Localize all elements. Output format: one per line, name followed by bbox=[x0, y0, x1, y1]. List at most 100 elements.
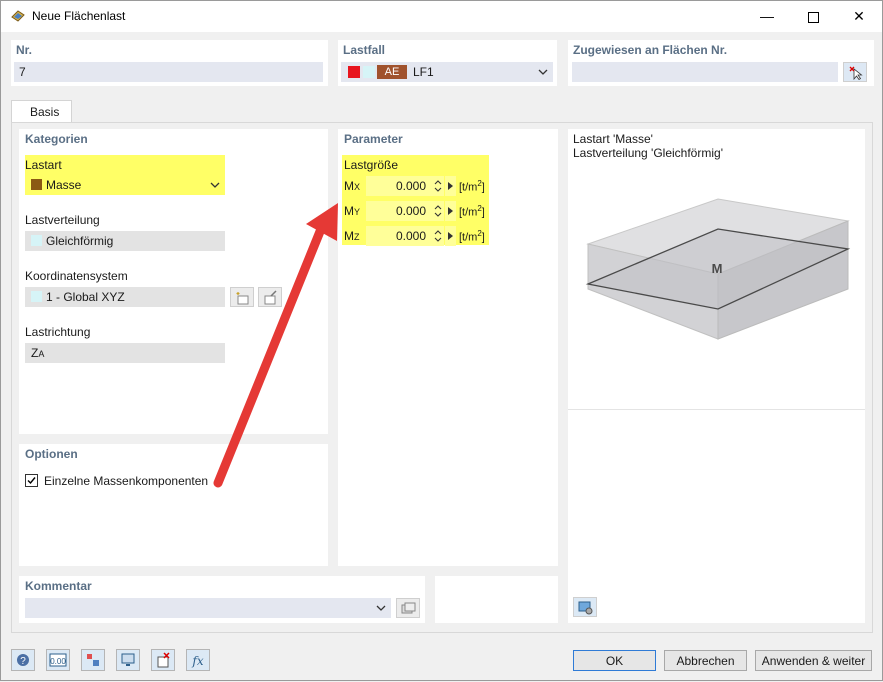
maximize-button[interactable] bbox=[790, 1, 836, 32]
mx-input[interactable]: 0.000 bbox=[366, 176, 432, 196]
my-label: MY bbox=[344, 204, 360, 218]
my-main: M bbox=[344, 204, 354, 218]
spin-updown-icon bbox=[434, 180, 442, 192]
display-button[interactable] bbox=[81, 649, 105, 671]
mz-unit-end: ] bbox=[481, 231, 485, 244]
arrow-right-icon bbox=[448, 182, 453, 190]
preview-settings-icon bbox=[578, 601, 593, 615]
mz-unit-text: [t/m bbox=[459, 231, 478, 244]
mz-spinner[interactable] bbox=[432, 226, 444, 246]
cancel-button[interactable]: Abbrechen bbox=[664, 650, 747, 671]
close-button[interactable]: ✕ bbox=[836, 1, 882, 32]
mz-unit: [t/m2] bbox=[459, 229, 485, 244]
optionen-panel: Optionen Einzelne Massenkomponenten bbox=[19, 444, 328, 566]
preview-line2: Lastverteilung 'Gleichförmig' bbox=[573, 146, 723, 160]
koord-field[interactable]: 1 - Global XYZ bbox=[25, 287, 225, 307]
mz-input[interactable]: 0.000 bbox=[366, 226, 432, 246]
chevron-down-icon bbox=[538, 69, 548, 75]
kommentar-title: Kommentar bbox=[25, 579, 92, 593]
view-button[interactable] bbox=[116, 649, 140, 671]
mx-spinner[interactable] bbox=[432, 176, 444, 196]
units-button[interactable]: 0.00 bbox=[46, 649, 70, 671]
lastart-select[interactable]: Masse bbox=[25, 174, 225, 195]
preview-line1: Lastart 'Masse' bbox=[573, 132, 653, 146]
my-sub: Y bbox=[354, 207, 361, 217]
window-title: Neue Flächenlast bbox=[32, 9, 126, 23]
tab-basis-label: Basis bbox=[30, 105, 60, 119]
dialog-window: Neue Flächenlast — ✕ Nr. 7 Lastfall AE L… bbox=[0, 0, 883, 681]
my-unit-text: [t/m bbox=[459, 206, 478, 219]
parameter-title: Parameter bbox=[344, 132, 403, 146]
edit-coordsys-icon bbox=[264, 290, 277, 305]
help-button[interactable]: ? bbox=[11, 649, 35, 671]
svg-text:fx: fx bbox=[191, 654, 203, 668]
delete-button[interactable] bbox=[151, 649, 175, 671]
help-icon: ? bbox=[17, 654, 29, 667]
lastfall-panel: Lastfall AE LF1 bbox=[338, 40, 557, 86]
chevron-down-icon bbox=[210, 182, 220, 188]
koord-swatch bbox=[31, 291, 42, 302]
richtung-label: Lastrichtung bbox=[25, 325, 91, 339]
mx-unit: [t/m2] bbox=[459, 179, 485, 194]
spin-updown-icon bbox=[434, 205, 442, 217]
preview-divider bbox=[568, 409, 865, 410]
svg-text:0.00: 0.00 bbox=[50, 657, 66, 666]
kategorien-panel: Kategorien Lastart Masse Lastverteilung … bbox=[19, 129, 328, 434]
my-spinner[interactable] bbox=[432, 201, 444, 221]
mz-label: MZ bbox=[344, 229, 360, 243]
tab-basis[interactable]: Basis bbox=[11, 100, 72, 123]
new-coordsys-button[interactable] bbox=[230, 287, 254, 307]
nr-value: 7 bbox=[19, 65, 26, 79]
mx-label: MX bbox=[344, 179, 360, 193]
comment-library-button[interactable] bbox=[396, 598, 420, 618]
my-unit-end: ] bbox=[481, 206, 485, 219]
mz-main: M bbox=[344, 229, 354, 243]
mz-step-button[interactable] bbox=[445, 226, 456, 246]
lastfall-color-swatch bbox=[348, 66, 360, 78]
my-unit: [t/m2] bbox=[459, 204, 485, 219]
kommentar-input[interactable] bbox=[25, 598, 391, 618]
verteilung-field: Gleichförmig bbox=[25, 231, 225, 251]
masse-swatch bbox=[31, 179, 42, 190]
chevron-down-icon bbox=[376, 605, 386, 611]
checkbox-icon bbox=[27, 477, 36, 485]
preview-panel: Lastart 'Masse' Lastverteilung 'Gleichfö… bbox=[568, 129, 865, 623]
pick-surface-button[interactable] bbox=[843, 62, 867, 82]
svg-text:?: ? bbox=[20, 656, 26, 667]
verteilung-swatch bbox=[31, 235, 42, 246]
my-step-button[interactable] bbox=[445, 201, 456, 221]
preview-settings-button[interactable] bbox=[573, 597, 597, 617]
apply-next-button[interactable]: Anwenden & weiter bbox=[755, 650, 872, 671]
assigned-input[interactable] bbox=[572, 62, 838, 82]
empty-panel bbox=[435, 576, 558, 623]
mz-sub: Z bbox=[354, 232, 360, 242]
kommentar-panel: Kommentar bbox=[19, 576, 425, 623]
lastfall-value: LF1 bbox=[413, 65, 434, 79]
formula-icon: fx bbox=[191, 654, 203, 668]
mx-row: MX 0.000 [t/m2] bbox=[342, 174, 489, 198]
nr-label: Nr. bbox=[16, 43, 33, 57]
mz-value: 0.000 bbox=[395, 229, 426, 243]
view-icon bbox=[121, 653, 135, 666]
my-input[interactable]: 0.000 bbox=[366, 201, 432, 221]
optionen-title: Optionen bbox=[25, 447, 78, 461]
preview-graphic: M bbox=[585, 198, 851, 340]
arrow-right-icon bbox=[448, 232, 453, 240]
lastart-label-bg: Lastart bbox=[25, 155, 225, 174]
nr-input[interactable]: 7 bbox=[14, 62, 323, 82]
ok-button[interactable]: OK bbox=[573, 650, 656, 671]
mz-row: MZ 0.000 [t/m2] bbox=[342, 224, 489, 248]
display-icon bbox=[87, 654, 99, 666]
mx-unit-text: [t/m bbox=[459, 181, 478, 194]
massenkomponenten-checkbox[interactable] bbox=[25, 474, 38, 487]
mx-step-button[interactable] bbox=[445, 176, 456, 196]
units-icon: 0.00 bbox=[49, 653, 67, 667]
lastfall-select[interactable]: AE LF1 bbox=[341, 62, 553, 82]
arrow-right-icon bbox=[448, 207, 453, 215]
close-icon: ✕ bbox=[853, 8, 865, 24]
formula-button[interactable]: fx bbox=[186, 649, 210, 671]
preview-box-label: M bbox=[712, 261, 723, 276]
edit-coordsys-button[interactable] bbox=[258, 287, 282, 307]
minimize-button[interactable]: — bbox=[744, 1, 790, 32]
koord-label: Koordinatensystem bbox=[25, 269, 128, 283]
